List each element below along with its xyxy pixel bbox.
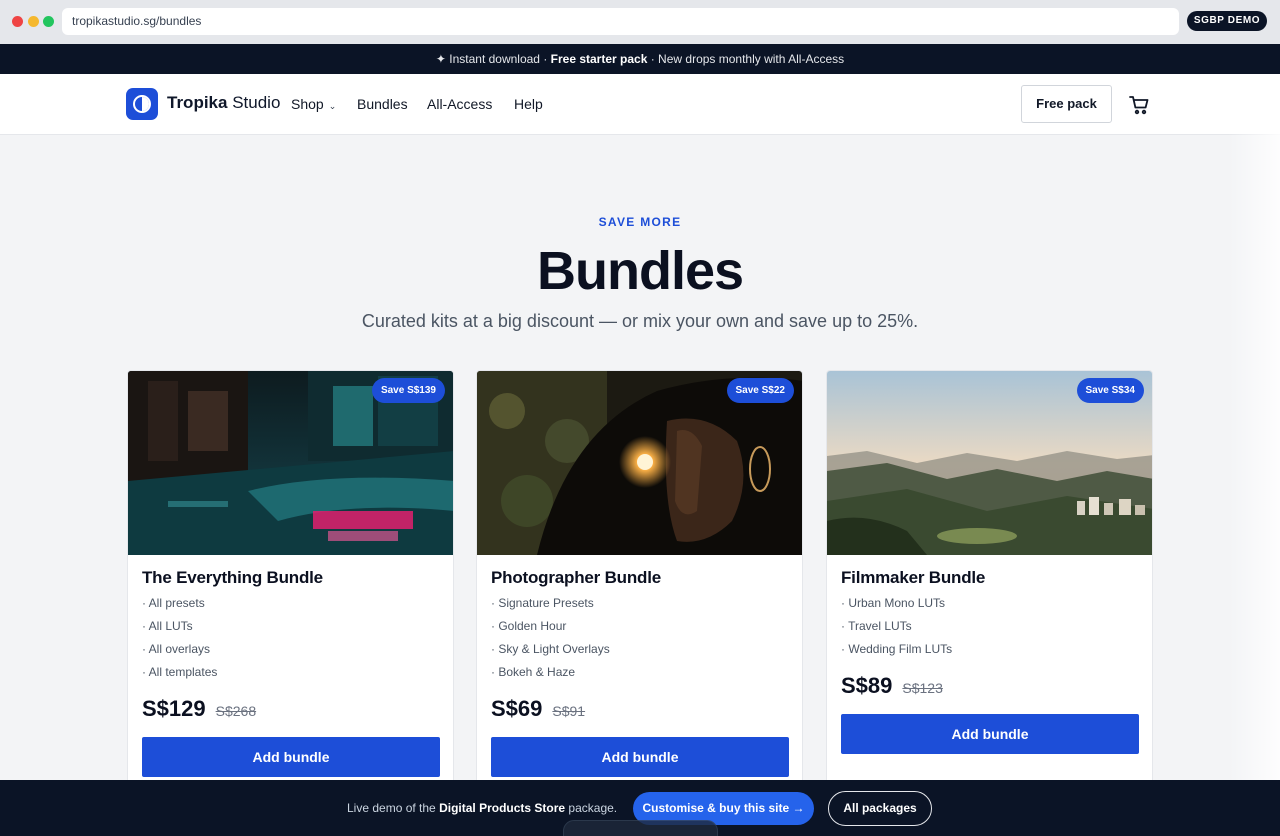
list-item: · Travel LUTs xyxy=(841,619,912,633)
section-eyebrow: SAVE MORE xyxy=(598,215,682,229)
nav-all-access[interactable]: All-Access xyxy=(427,96,492,112)
nav-help[interactable]: Help xyxy=(514,96,543,112)
list-item: · All templates xyxy=(142,665,218,679)
original-price: S$123 xyxy=(902,680,943,696)
list-item: · All overlays xyxy=(142,642,211,656)
savings-badge: Save S$139 xyxy=(371,378,445,403)
minimize-window-dot[interactable] xyxy=(28,16,39,27)
address-bar[interactable]: tropikastudio.sg/bundles xyxy=(62,8,1179,35)
bundle-card-photographer: Save S$22 Photographer Bundle · Signatur… xyxy=(476,370,803,800)
original-price: S$268 xyxy=(215,703,257,719)
bundle-title[interactable]: The Everything Bundle xyxy=(142,568,323,588)
bundle-title[interactable]: Photographer Bundle xyxy=(491,568,661,588)
savings-badge: Save S$22 xyxy=(726,378,794,403)
close-window-dot[interactable] xyxy=(12,16,23,27)
list-item: · All LUTs xyxy=(142,619,193,633)
savings-badge: Save S$34 xyxy=(1076,378,1144,403)
list-item: · Wedding Film LUTs xyxy=(841,642,953,656)
bundle-contents: · Signature Presets · Golden Hour · Sky … xyxy=(491,596,610,688)
demo-bottom-bar: Live demo of the Digital Products Store … xyxy=(0,780,1280,836)
logo-icon[interactable] xyxy=(126,88,158,120)
list-item: · All presets xyxy=(142,596,205,610)
add-bundle-button[interactable]: Add bundle xyxy=(841,714,1139,754)
list-item: · Bokeh & Haze xyxy=(491,665,576,679)
promo-bar: ✦ Instant download · Free starter pack ·… xyxy=(0,44,1280,74)
price-row: S$129 S$268 xyxy=(142,696,256,722)
floating-dock[interactable] xyxy=(563,820,718,836)
chevron-down-icon: ⌄ xyxy=(328,101,337,111)
all-packages-button[interactable]: All packages xyxy=(828,791,932,826)
bundle-contents: · Urban Mono LUTs · Travel LUTs · Weddin… xyxy=(841,596,952,665)
list-item: · Urban Mono LUTs xyxy=(841,596,946,610)
free-pack-button[interactable]: Free pack xyxy=(1021,85,1112,123)
price-row: S$69 S$91 xyxy=(491,696,585,722)
browser-chrome: tropikastudio.sg/bundles SGBP DEMO xyxy=(0,0,1280,44)
list-item: · Golden Hour xyxy=(491,619,567,633)
bundle-contents: · All presets · All LUTs · All overlays … xyxy=(142,596,217,688)
page-title: Bundles xyxy=(536,241,744,301)
nav-bundles[interactable]: Bundles xyxy=(357,96,408,112)
maximize-window-dot[interactable] xyxy=(43,16,54,27)
brand-name[interactable]: Tropika Studio xyxy=(167,93,280,113)
original-price: S$91 xyxy=(552,703,586,719)
bundle-title[interactable]: Filmmaker Bundle xyxy=(841,568,985,588)
right-edge-fade xyxy=(1228,74,1280,780)
add-bundle-button[interactable]: Add bundle xyxy=(491,737,789,777)
list-item: · Sky & Light Overlays xyxy=(491,642,610,656)
promo-text-1: ✦ Instant download · xyxy=(435,52,551,66)
promo-text-2: · New drops monthly with All-Access xyxy=(647,52,845,66)
promo-highlight: Free starter pack xyxy=(550,52,648,66)
list-item: · Signature Presets xyxy=(491,596,594,610)
price-row: S$89 S$123 xyxy=(841,673,943,699)
bundle-card-filmmaker: Save S$34 Filmmaker Bundle · Urban Mono … xyxy=(826,370,1153,800)
nav-shop[interactable]: Shop ⌄ xyxy=(291,96,336,112)
bundle-price: S$129 xyxy=(142,696,206,721)
cart-icon[interactable] xyxy=(1128,94,1150,116)
site-header: Tropika Studio Shop ⌄ Bundles All-Access … xyxy=(0,74,1280,135)
add-bundle-button[interactable]: Add bundle xyxy=(142,737,440,777)
demo-badge: SGBP DEMO xyxy=(1187,11,1267,31)
live-demo-note: Live demo of the Digital Products Store … xyxy=(347,801,618,815)
bundle-price: S$69 xyxy=(491,696,543,721)
page-subtitle: Curated kits at a big discount — or mix … xyxy=(361,311,919,331)
bundle-card-everything: Save S$139 The Everything Bundle · All p… xyxy=(127,370,454,800)
bundle-price: S$89 xyxy=(841,673,893,698)
